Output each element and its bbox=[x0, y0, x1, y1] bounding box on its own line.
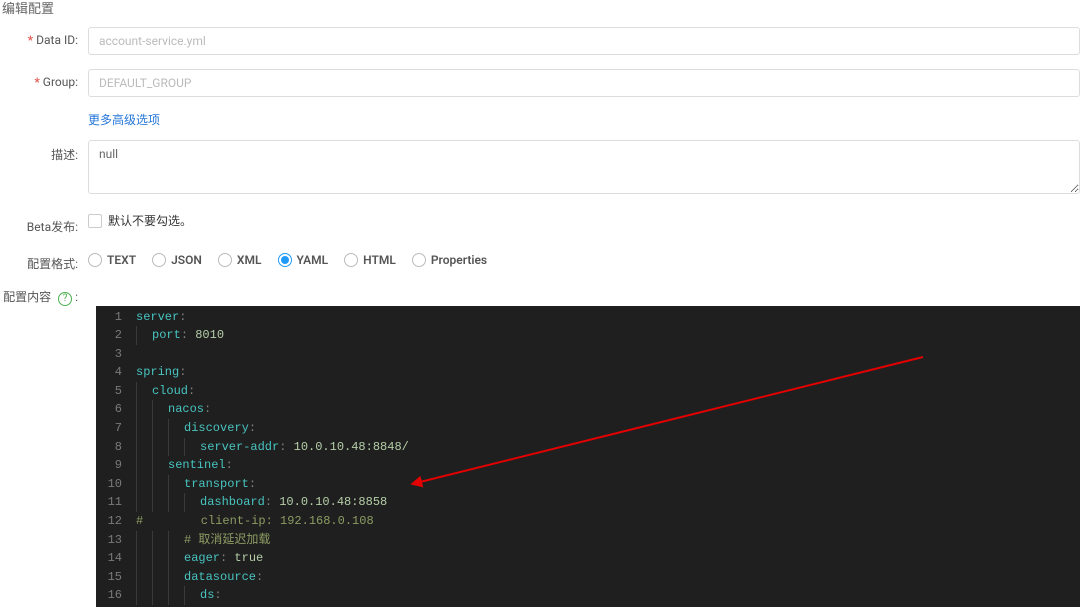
format-label: 配置格式: bbox=[0, 249, 88, 272]
data-id-label: *Data ID: bbox=[0, 27, 88, 47]
content-label: 配置内容 ? : bbox=[0, 286, 88, 306]
format-radio-group: TEXT JSON XML YAML HTML Properties bbox=[88, 249, 1080, 267]
beta-checkbox[interactable] bbox=[88, 214, 102, 228]
format-radio-html[interactable]: HTML bbox=[344, 253, 396, 267]
desc-textarea[interactable] bbox=[88, 140, 1080, 194]
format-radio-xml[interactable]: XML bbox=[218, 253, 262, 267]
help-icon[interactable]: ? bbox=[58, 292, 72, 306]
data-id-input[interactable] bbox=[88, 27, 1080, 55]
advanced-options-link[interactable]: 更多高级选项 bbox=[88, 113, 160, 127]
group-input[interactable] bbox=[88, 69, 1080, 97]
page-title: 编辑配置 bbox=[0, 0, 1080, 25]
format-radio-properties[interactable]: Properties bbox=[412, 253, 487, 267]
beta-label: Beta发布: bbox=[0, 212, 88, 235]
format-radio-json[interactable]: JSON bbox=[152, 253, 202, 267]
group-label: *Group: bbox=[0, 69, 88, 89]
desc-label: 描述: bbox=[0, 140, 88, 163]
beta-note: 默认不要勾选。 bbox=[108, 212, 192, 229]
code-editor[interactable]: 12345678910111213141516 server:port: 801… bbox=[96, 306, 1080, 607]
format-radio-yaml[interactable]: YAML bbox=[278, 253, 329, 267]
format-radio-text[interactable]: TEXT bbox=[88, 253, 136, 267]
